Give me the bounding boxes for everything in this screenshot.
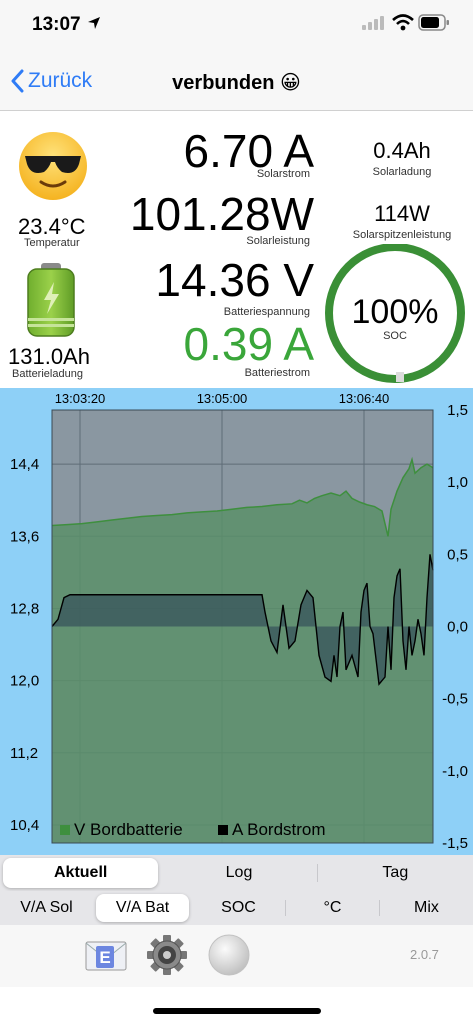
tab-aktuell[interactable]: Aktuell	[3, 858, 159, 888]
tab-log[interactable]: Log	[161, 855, 316, 891]
battery-voltage-label: Batteriespannung	[223, 306, 310, 318]
chart-panel: 13:03:20 13:05:00 13:06:40 14,4 13,6 12,8 12,0…	[0, 388, 473, 855]
solar-charge-value: 0.4Ah	[373, 138, 431, 163]
left-axis-tick-label: 12,8	[10, 600, 39, 617]
home-indicator[interactable]	[153, 1008, 321, 1014]
tab-soc[interactable]: SOC	[192, 891, 285, 925]
right-axis-tick-label: 1,5	[447, 402, 468, 419]
tab-log-label: Log	[225, 864, 253, 881]
cellular-signal-icon	[362, 16, 384, 30]
tab-soc-label: SOC	[221, 899, 256, 916]
battery-charge-value: 131.0Ah	[8, 344, 90, 369]
tab-temperature-label: °C	[323, 899, 342, 916]
x-tick-label: 13:06:40	[339, 391, 390, 406]
voltage-current-chart: 13:03:20 13:05:00 13:06:40 14,4 13,6 12,8 12,0…	[10, 391, 468, 852]
legend-label-a-bordstrom: A Bordstrom	[232, 820, 326, 839]
left-axis-tick-label: 12,0	[10, 673, 39, 690]
x-tick-label: 13:03:20	[55, 391, 106, 406]
battery-voltage-value: 14.36 V	[155, 254, 314, 306]
right-axis-tick-label: 1,0	[447, 474, 468, 491]
solar-peak-label: Solarspitzenleistung	[352, 229, 452, 241]
tab-mix[interactable]: Mix	[380, 891, 473, 925]
left-axis-tick-label: 13,6	[10, 528, 39, 545]
tab-mix-label: Mix	[414, 899, 439, 916]
right-axis-tick-label: -1,0	[442, 763, 468, 780]
tab-va-sol-label: V/A Sol	[20, 899, 73, 916]
sunglasses-emoji-icon	[19, 132, 87, 200]
soc-value: 100%	[351, 293, 439, 331]
tab-va-sol[interactable]: V/A Sol	[0, 891, 93, 925]
app-version: 2.0.7	[410, 947, 439, 962]
wifi-icon	[392, 14, 414, 31]
location-arrow-icon	[88, 17, 100, 29]
legend-swatch-a-bordstrom	[218, 825, 228, 835]
x-tick-label: 13:05:00	[197, 391, 248, 406]
record-button-icon[interactable]	[208, 934, 250, 976]
tab-tag-label: Tag	[382, 864, 409, 881]
left-axis-tick-label: 10,4	[10, 817, 39, 834]
legend-swatch-v-bordbatterie	[60, 825, 70, 835]
battery-current-value: 0.39 A	[183, 318, 314, 370]
tab-tag[interactable]: Tag	[318, 855, 473, 891]
solar-peak-value: 114W	[374, 201, 430, 226]
legend-label-v-bordbatterie: V Bordbatterie	[74, 820, 183, 839]
svg-text:E: E	[99, 948, 110, 967]
right-axis-tick-label: 0,5	[447, 546, 468, 563]
tab-va-bat-label: V/A Bat	[115, 899, 170, 916]
page-title: verbunden 😀	[172, 72, 301, 94]
solar-charge-label: Solarladung	[372, 166, 432, 178]
left-axis-tick-label: 11,2	[10, 745, 38, 762]
battery-charging-icon	[27, 263, 75, 337]
view-selector: V/A Sol V/A Bat SOC °C Mix	[0, 891, 473, 925]
gear-icon[interactable]	[146, 934, 188, 976]
bottom-toolbar: E 2.0.7	[0, 925, 473, 987]
right-axis-tick-label: -0,5	[442, 691, 468, 708]
mail-export-icon[interactable]: E	[85, 937, 127, 973]
status-time: 13:07	[32, 14, 81, 35]
battery-charge-label: Batterieladung	[12, 368, 83, 380]
right-axis-tick-label: 0,0	[447, 619, 468, 636]
status-bar: 13:07	[0, 0, 473, 50]
tab-va-bat[interactable]: V/A Bat	[96, 894, 189, 922]
battery-status-icon	[418, 14, 449, 31]
left-axis-tick-label: 14,4	[10, 456, 39, 473]
solar-power-value: 101.28W	[129, 188, 314, 240]
soc-label: SOC	[383, 330, 407, 342]
right-axis-tick-label: -1,5	[442, 835, 468, 852]
battery-current-label: Batteriestrom	[244, 367, 310, 379]
tab-aktuell-label: Aktuell	[53, 864, 108, 881]
temperature-label: Temperatur	[24, 237, 80, 249]
period-selector: Aktuell Log Tag	[0, 855, 473, 891]
solar-current-label: Solarstrom	[256, 168, 310, 180]
tab-temperature[interactable]: °C	[286, 891, 379, 925]
navigation-bar: Zurück verbunden 😀	[0, 50, 473, 111]
solar-power-label: Solarleistung	[246, 235, 310, 247]
